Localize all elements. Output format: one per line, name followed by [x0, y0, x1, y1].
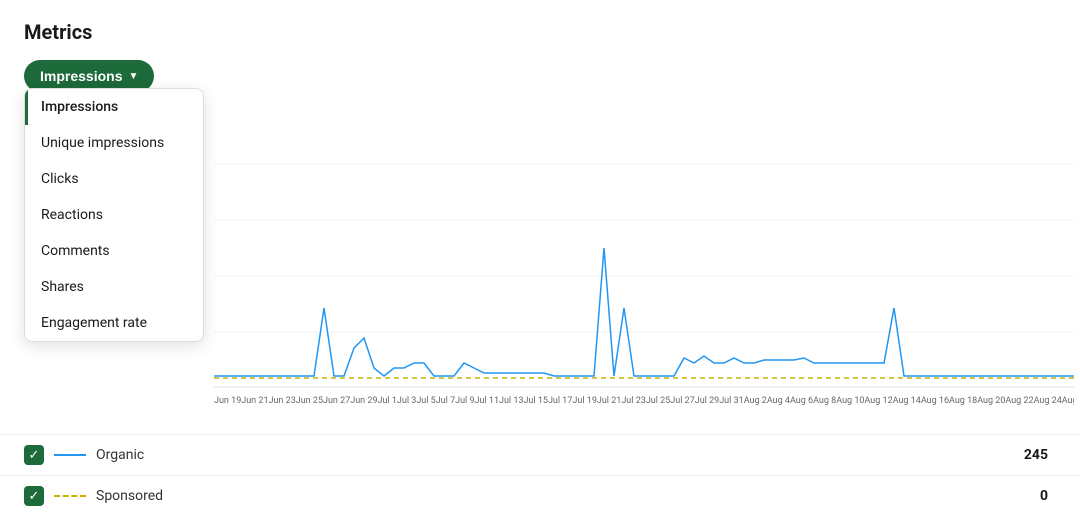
organic-checkbox[interactable]: ✓ [24, 445, 44, 465]
sponsored-label: Sponsored [96, 488, 1030, 504]
sponsored-value: 0 [1040, 488, 1056, 504]
page-title: Metrics [24, 20, 1056, 44]
dropdown-item-unique-impressions[interactable]: Unique impressions [25, 125, 203, 161]
organic-line-indicator [54, 454, 86, 456]
dropdown-button-label: Impressions [40, 68, 122, 84]
organic-label: Organic [96, 447, 1014, 463]
dropdown-item-comments[interactable]: Comments [25, 233, 203, 269]
line-chart [214, 108, 1074, 388]
chart-area: Jun 19 Jun 21 Jun 23 Jun 25 Jun 27 Jun 2… [214, 108, 1056, 406]
chevron-down-icon: ▼ [128, 71, 138, 82]
sponsored-checkbox[interactable]: ✓ [24, 486, 44, 506]
dropdown-item-shares[interactable]: Shares [25, 269, 203, 305]
organic-value: 245 [1024, 447, 1056, 463]
dropdown-item-clicks[interactable]: Clicks [25, 161, 203, 197]
metrics-dropdown-menu: Impressions Unique impressions Clicks Re… [24, 88, 204, 342]
dropdown-item-engagement-rate[interactable]: Engagement rate [25, 305, 203, 341]
sponsored-line-indicator [54, 495, 86, 497]
dropdown-item-impressions[interactable]: Impressions [25, 89, 203, 125]
dropdown-item-reactions[interactable]: Reactions [25, 197, 203, 233]
legend-organic-row: ✓ Organic 245 [0, 435, 1080, 475]
legend-sponsored-row: ✓ Sponsored 0 [0, 475, 1080, 516]
